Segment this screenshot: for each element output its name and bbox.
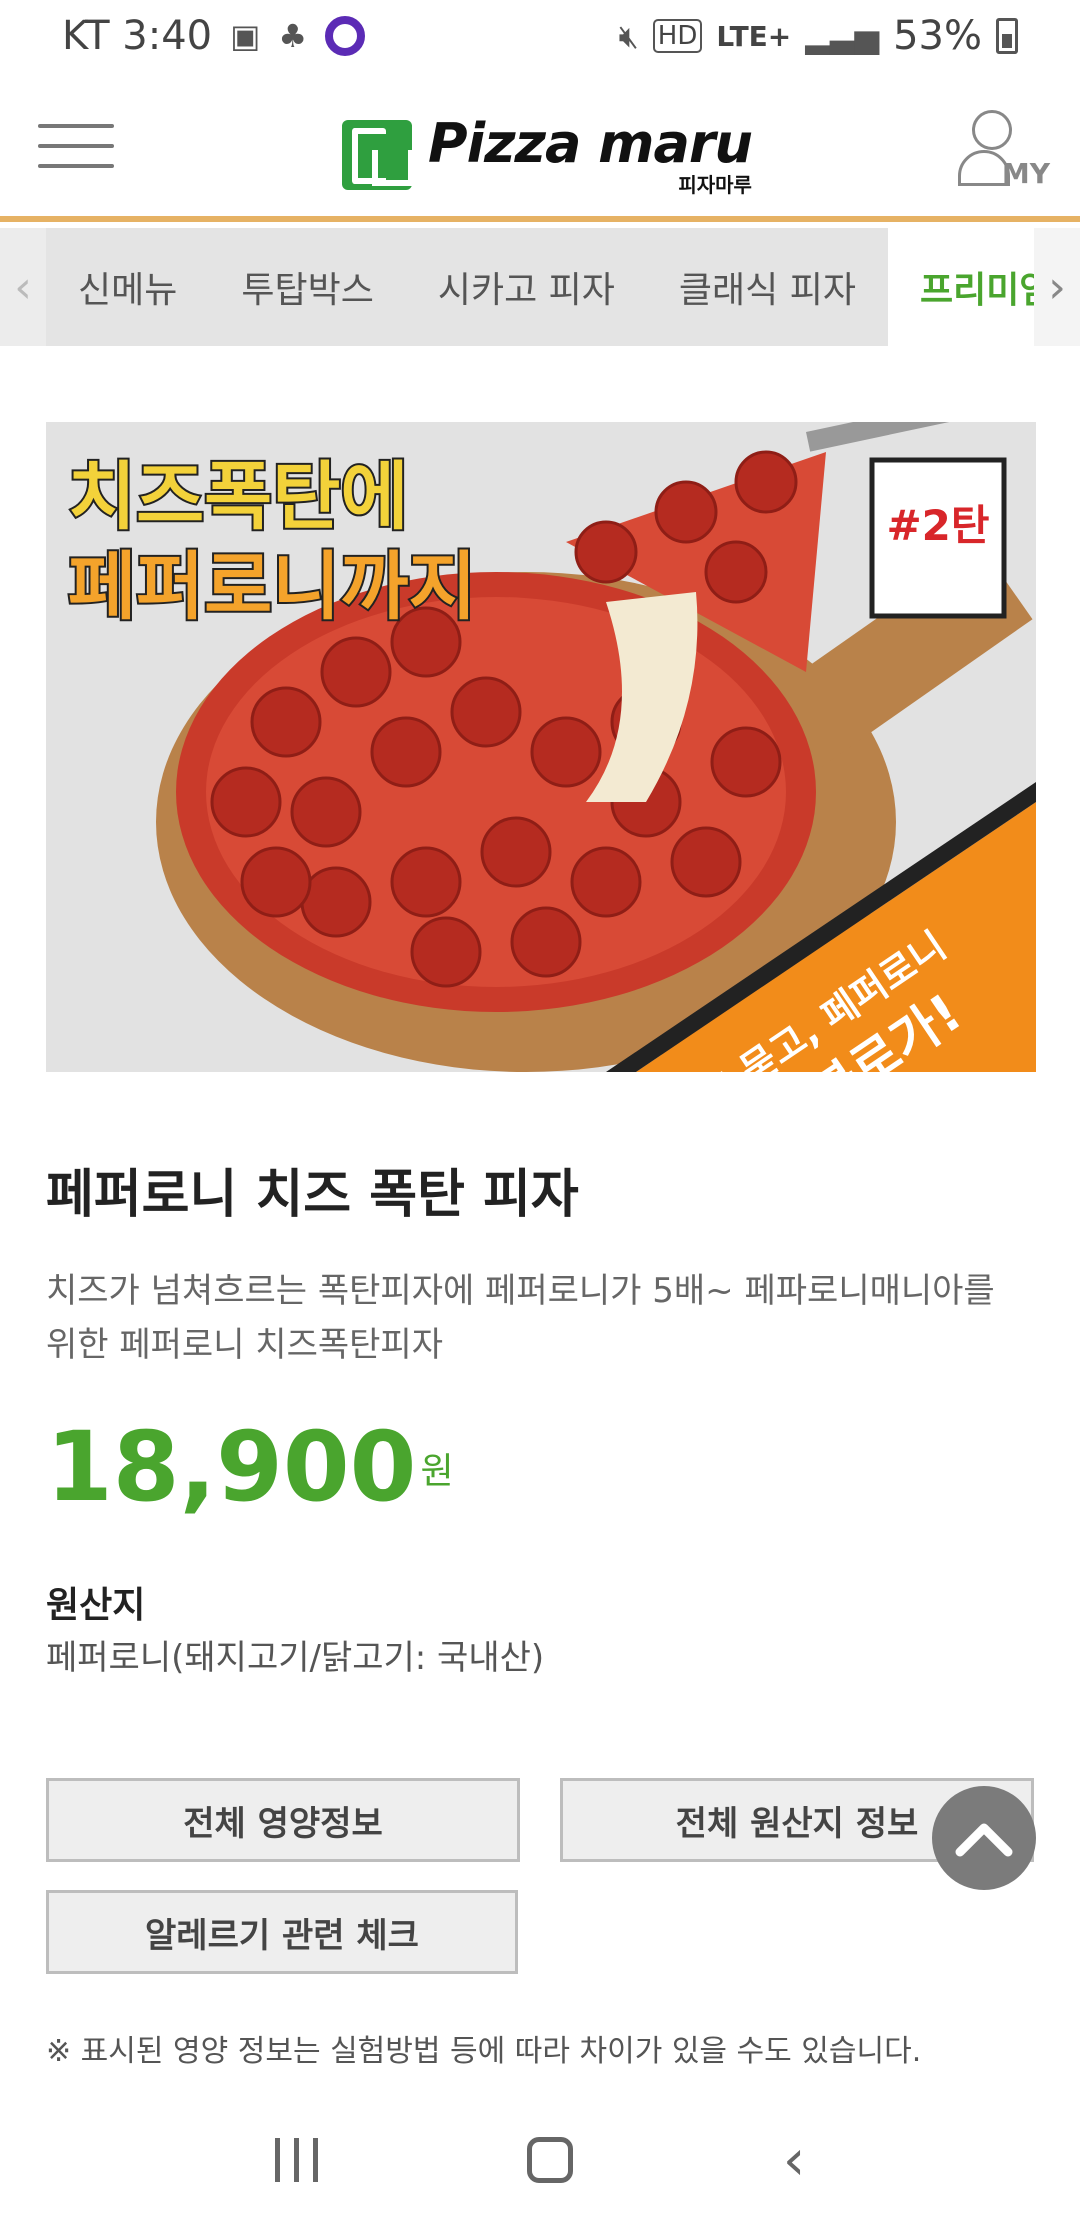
signal-icon: ▂▃▅ xyxy=(805,17,880,55)
my-label: MY xyxy=(1001,157,1050,190)
back-icon[interactable]: ‹ xyxy=(783,2128,805,2193)
app-header: Pizza maru 피자마루 MY xyxy=(0,72,1080,222)
battery-icon xyxy=(996,18,1018,54)
category-tabs: ‹ 신메뉴 투탑박스 시카고 피자 클래식 피자 프리미엄 › xyxy=(0,228,1080,346)
chevron-left-icon[interactable]: ‹ xyxy=(0,228,46,346)
logo-name: Pizza maru xyxy=(428,112,753,175)
nutrition-notice: ※ 표시된 영양 정보는 실험방법 등에 따라 차이가 있을 수도 있습니다. xyxy=(46,2034,922,2069)
tab-two-top-box[interactable]: 투탑박스 xyxy=(209,228,405,346)
app-notification-icon: ♣ xyxy=(278,17,308,55)
logo-mark-icon xyxy=(342,120,414,190)
tab-classic-pizza[interactable]: 클래식 피자 xyxy=(647,228,888,346)
nutrition-info-button[interactable]: 전체 영양정보 xyxy=(46,1778,520,1862)
price-unit: 원 xyxy=(420,1451,454,1492)
price-value: 18,900 xyxy=(46,1411,417,1523)
chevron-right-icon[interactable]: › xyxy=(1034,228,1080,346)
origin-label: 원산지 xyxy=(46,1585,146,1626)
product-title: 페퍼로니 치즈 폭탄 피자 xyxy=(46,1165,579,1225)
logo-subtitle: 피자마루 xyxy=(678,173,752,197)
origin-value: 페퍼로니(돼지고기/닭고기: 국내산) xyxy=(46,1638,545,1678)
my-page-button[interactable]: MY xyxy=(958,110,1050,190)
banner-headline-1: 치즈폭탄에 xyxy=(68,454,408,540)
user-icon xyxy=(972,110,1012,150)
home-icon[interactable] xyxy=(527,2137,574,2183)
app-ring-icon xyxy=(325,16,366,56)
brand-logo[interactable]: Pizza maru 피자마루 xyxy=(342,112,753,197)
allergy-check-button[interactable]: 알레르기 관련 체크 xyxy=(46,1890,518,1974)
status-bar: KT 3:40 ▣ ♣ 🔇︎ HD LTE+ ▂▃▅ 53% xyxy=(0,0,1080,72)
gallery-icon: ▣ xyxy=(230,17,261,55)
banner-headline-2: 페퍼로니까지 xyxy=(68,544,476,630)
product-image: 치즈폭탄에 페퍼로니까지 #2탄 치즈 묻고, 페퍼로니 더블로가! xyxy=(46,422,1036,1072)
scroll-to-top-button[interactable] xyxy=(932,1786,1036,1890)
menu-icon[interactable] xyxy=(38,124,114,168)
carrier-time: KT 3:40 xyxy=(62,13,213,59)
mute-icon: 🔇︎ xyxy=(618,16,639,55)
battery-percent: 53% xyxy=(893,13,982,59)
tab-new-menu[interactable]: 신메뉴 xyxy=(46,228,209,346)
hd-badge: HD xyxy=(652,19,703,53)
system-navigation-bar: ‹ xyxy=(0,2100,1080,2220)
recent-apps-icon[interactable] xyxy=(274,2138,318,2182)
chevron-up-icon xyxy=(955,1823,1013,1857)
tab-chicago-pizza[interactable]: 시카고 피자 xyxy=(406,228,647,346)
banner-tag: #2탄 xyxy=(886,501,989,550)
product-description: 치즈가 넘쳐흐르는 폭탄피자에 페퍼로니가 5배~ 페파로니매니아를 위한 페퍼… xyxy=(46,1271,995,1365)
network-type: LTE+ xyxy=(716,19,792,53)
product-price: 18,900 원 xyxy=(46,1412,454,1522)
